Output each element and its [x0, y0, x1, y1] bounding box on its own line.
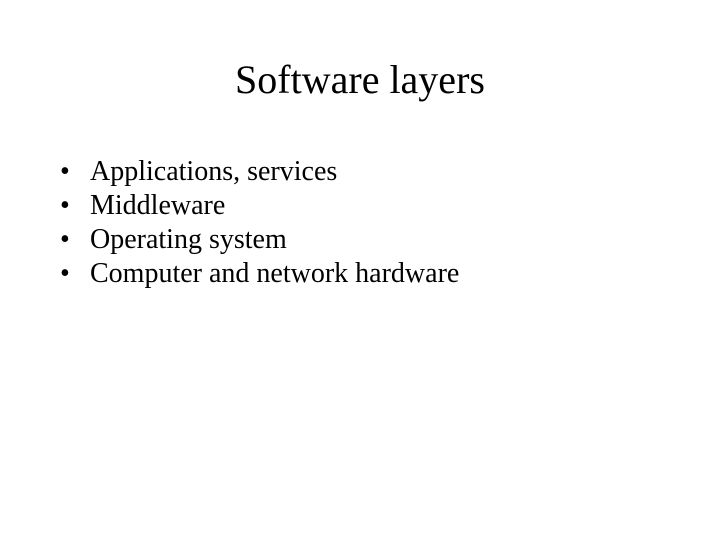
slide-title: Software layers [0, 56, 720, 103]
bullet-text: Operating system [90, 223, 287, 257]
bullet-icon: • [60, 189, 90, 223]
bullet-text: Middleware [90, 189, 225, 223]
list-item: • Operating system [60, 223, 459, 257]
list-item: • Applications, services [60, 155, 459, 189]
bullet-list: • Applications, services • Middleware • … [60, 155, 459, 292]
bullet-icon: • [60, 155, 90, 189]
bullet-text: Applications, services [90, 155, 337, 189]
bullet-icon: • [60, 257, 90, 291]
list-item: • Computer and network hardware [60, 257, 459, 291]
bullet-text: Computer and network hardware [90, 257, 459, 291]
list-item: • Middleware [60, 189, 459, 223]
bullet-icon: • [60, 223, 90, 257]
